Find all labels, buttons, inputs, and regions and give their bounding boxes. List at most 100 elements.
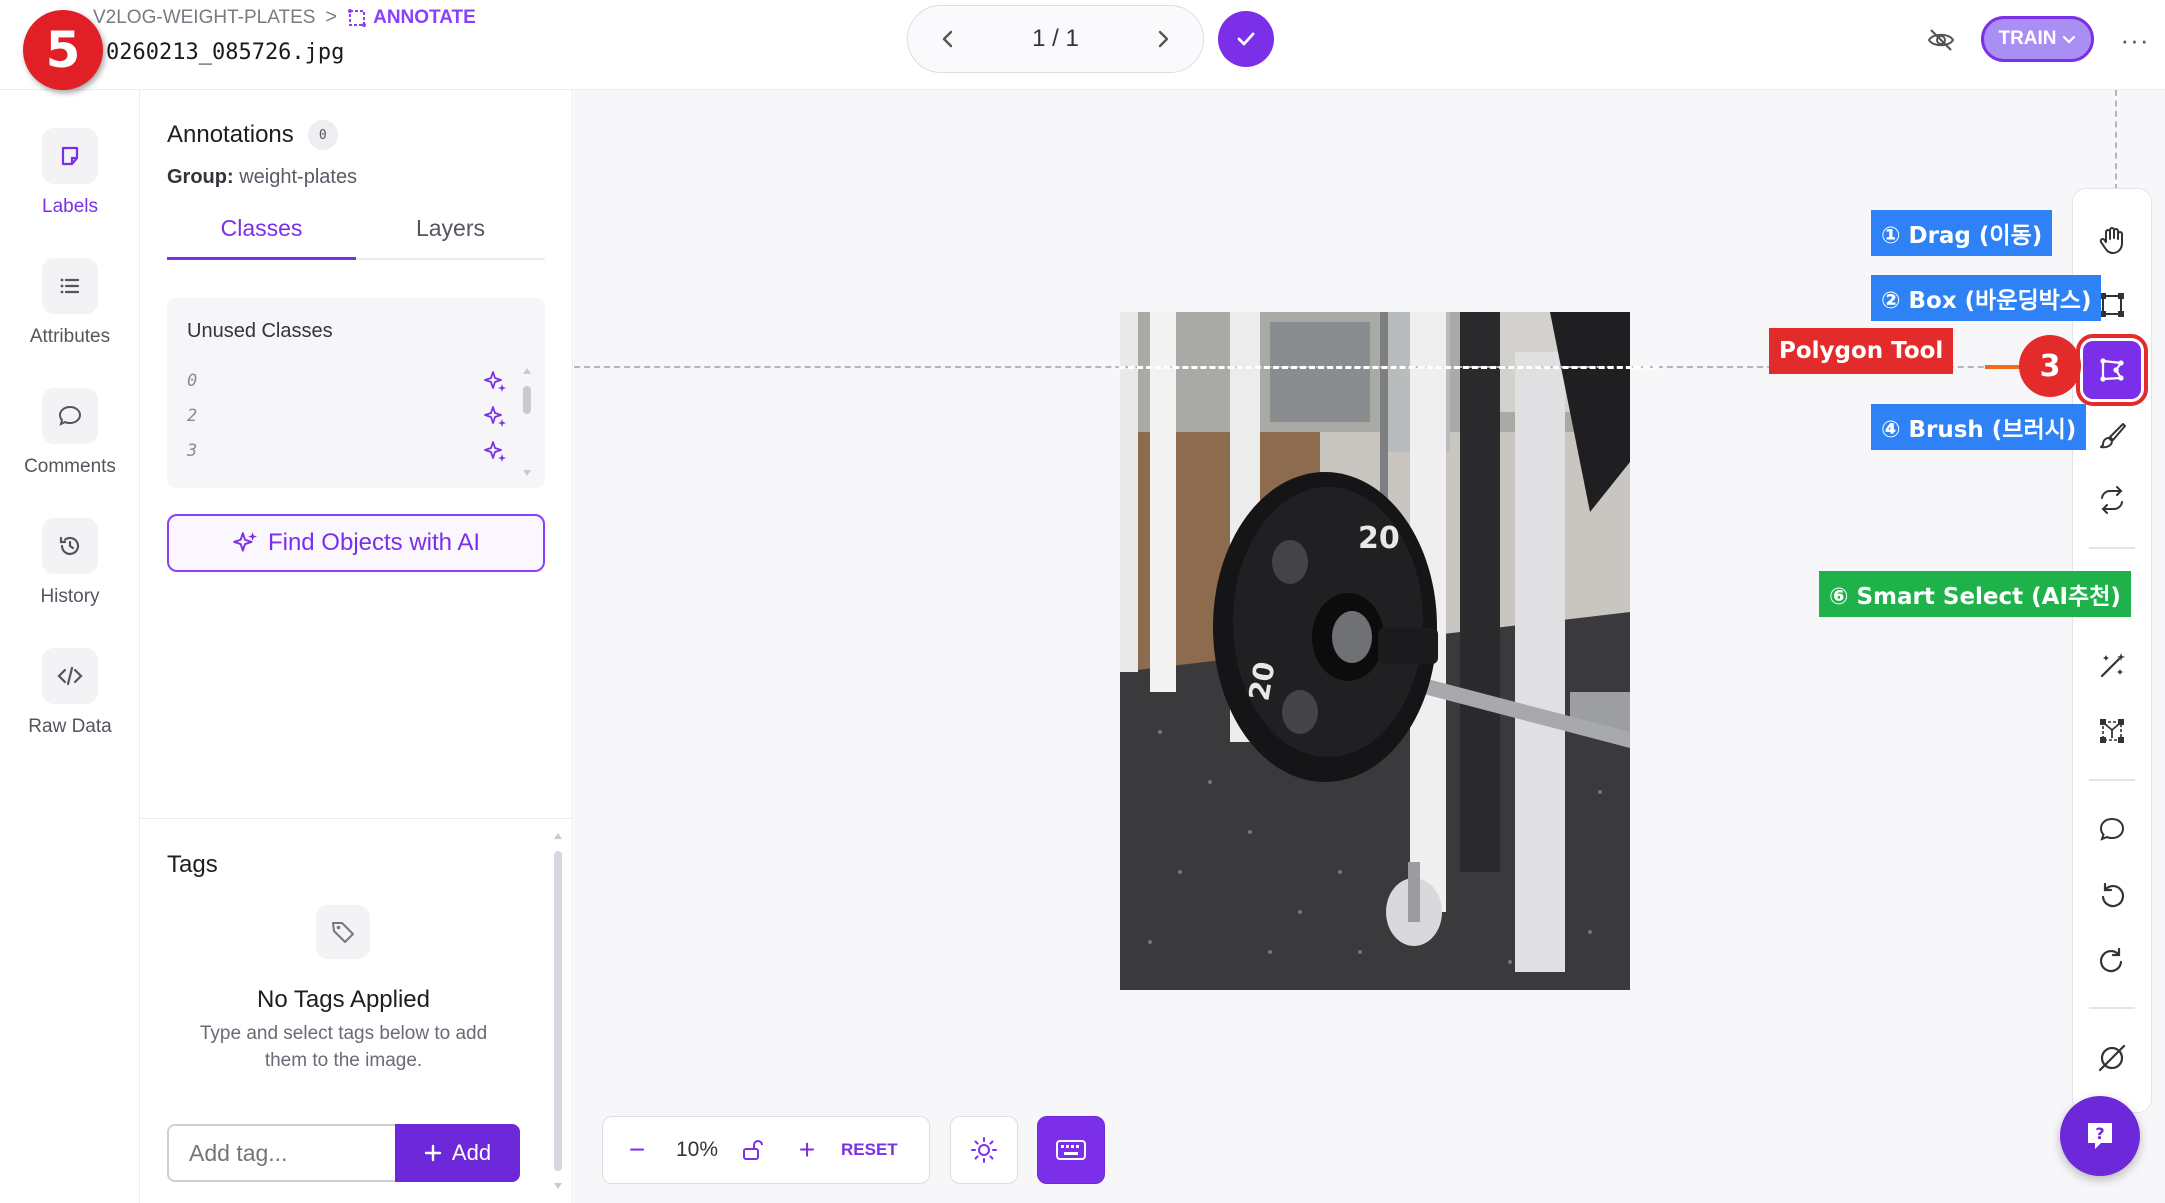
tool-keypoints[interactable] xyxy=(2083,702,2141,760)
prev-image-button[interactable] xyxy=(930,21,966,57)
unlock-icon xyxy=(743,1140,763,1160)
help-chat-icon: ? xyxy=(2088,1123,2112,1149)
breadcrumb-separator: > xyxy=(325,6,338,28)
classes-scrollbar[interactable] xyxy=(521,366,533,478)
mark-complete-button[interactable] xyxy=(1218,11,1274,67)
unused-classes-list: Unused Classes 0 2 3 xyxy=(167,298,545,488)
tool-rail xyxy=(2072,188,2152,1113)
check-icon xyxy=(1237,32,1255,46)
zoom-reset-button[interactable]: RESET xyxy=(833,1140,898,1160)
rail-item-comments[interactable]: Comments xyxy=(0,388,140,478)
breadcrumb-current[interactable]: ANNOTATE xyxy=(347,7,476,29)
chevron-right-icon xyxy=(1158,30,1169,48)
annotations-panel: Annotations 0 Group: weight-plates Class… xyxy=(140,90,573,1203)
tab-layers[interactable]: Layers xyxy=(356,210,545,260)
zoom-level: 10% xyxy=(675,1138,719,1161)
zoom-out-button[interactable]: − xyxy=(603,1116,671,1184)
plus-icon xyxy=(424,1144,442,1162)
keyboard-icon xyxy=(1056,1140,1086,1160)
find-objects-ai-label: Find Objects with AI xyxy=(267,529,481,556)
breadcrumb-project[interactable]: V2LOG-WEIGHT-PLATES xyxy=(93,7,315,29)
class-item[interactable]: 2 xyxy=(187,398,507,434)
list-icon xyxy=(60,278,80,294)
tool-undo[interactable] xyxy=(2083,866,2141,924)
eye-off-icon xyxy=(1927,29,1955,51)
train-button[interactable]: TRAIN xyxy=(1981,16,2094,62)
rail-icon-box xyxy=(42,128,98,184)
rail-item-raw-data[interactable]: Raw Data xyxy=(0,648,140,738)
zoom-lock-button[interactable] xyxy=(723,1138,781,1162)
next-image-button[interactable] xyxy=(1145,21,1181,57)
group-label: Group: xyxy=(167,166,234,188)
tags-title: Tags xyxy=(167,851,218,878)
rail-label: History xyxy=(40,586,100,607)
gym-weight-plate-image[interactable]: 20 20 xyxy=(1120,312,1630,990)
more-options-button[interactable]: ··· xyxy=(2118,20,2152,60)
rail-label: Raw Data xyxy=(28,716,112,737)
tool-drag[interactable] xyxy=(2083,211,2141,269)
tag-input[interactable] xyxy=(167,1124,397,1182)
file-name: 0260213_085726.jpg xyxy=(106,40,345,65)
polygon-icon xyxy=(2100,358,2124,382)
annotations-title: Annotations 0 xyxy=(167,120,338,150)
brightness-button[interactable] xyxy=(950,1116,1018,1184)
tool-cycle[interactable] xyxy=(2083,471,2141,529)
breadcrumb-current-label: ANNOTATE xyxy=(373,6,476,28)
rail-item-labels[interactable]: Labels xyxy=(0,128,140,218)
rail-item-attributes[interactable]: Attributes xyxy=(0,258,140,348)
class-name: 3 xyxy=(187,441,198,461)
left-rail: Labels Attributes Comments History Raw D… xyxy=(0,90,140,1203)
hand-icon xyxy=(2099,227,2123,254)
annotation-canvas[interactable]: 20 20 − 10% + RESET xyxy=(574,90,2165,1203)
tool-magic-wand[interactable] xyxy=(2083,637,2141,695)
sparkle-ai-icon[interactable] xyxy=(483,404,507,428)
step-number-badge: 5 xyxy=(23,10,103,90)
tool-polygon[interactable] xyxy=(2076,334,2148,406)
redo-icon xyxy=(2099,947,2123,973)
svg-text:?: ? xyxy=(2095,1124,2104,1143)
magic-wand-icon xyxy=(2100,653,2125,678)
class-item[interactable]: 0 xyxy=(187,363,507,399)
rail-label: Attributes xyxy=(29,326,111,347)
plate-label-rotated: 20 xyxy=(1242,659,1281,703)
keyboard-shortcuts-button[interactable] xyxy=(1037,1116,1105,1184)
null-clear-icon xyxy=(2098,1044,2126,1072)
plate-label: 20 xyxy=(1358,521,1400,556)
tool-redo[interactable] xyxy=(2083,931,2141,989)
polygon-annotate-icon xyxy=(348,8,367,27)
pointer-step-marker: 3 xyxy=(2019,335,2081,397)
zoom-in-button[interactable]: + xyxy=(781,1134,833,1166)
class-name: 0 xyxy=(187,371,198,391)
sparkle-ai-icon[interactable] xyxy=(483,439,507,463)
train-label: TRAIN xyxy=(1998,28,2057,49)
annotations-title-text: Annotations xyxy=(167,121,294,148)
sparkle-ai-icon xyxy=(233,532,257,552)
hide-annotations-toggle[interactable] xyxy=(1920,22,1962,58)
sparkle-ai-icon[interactable] xyxy=(483,369,507,393)
panel-scrollbar[interactable] xyxy=(551,831,565,1191)
find-objects-ai-button[interactable]: Find Objects with AI xyxy=(167,514,545,572)
callout-drag: ① Drag (이동) xyxy=(1871,210,2053,256)
rail-icon-box xyxy=(42,388,98,444)
callout-box: ② Box (바운딩박스) xyxy=(1871,275,2102,321)
rail-item-history[interactable]: History xyxy=(0,518,140,608)
tags-section: Tags No Tags Applied Type and select tag… xyxy=(140,818,573,1203)
tool-brush[interactable] xyxy=(2083,406,2141,464)
tags-empty-title: No Tags Applied xyxy=(256,986,430,1013)
image-pager: 1 / 1 xyxy=(907,5,1204,73)
code-icon xyxy=(57,666,83,686)
class-name: 2 xyxy=(187,406,198,426)
tab-classes[interactable]: Classes xyxy=(167,210,356,260)
callout-smart-select: ⑥ Smart Select (AI추천) xyxy=(1819,571,2131,617)
tool-comment[interactable] xyxy=(2083,801,2141,859)
rail-label: Comments xyxy=(24,456,116,477)
add-tag-button[interactable]: Add xyxy=(395,1124,520,1182)
tool-clear[interactable] xyxy=(2083,1029,2141,1087)
class-item[interactable]: 3 xyxy=(187,433,507,469)
keypoints-icon xyxy=(2100,719,2124,743)
panel-tabs: Classes Layers xyxy=(167,210,545,260)
top-header: V2LOG-WEIGHT-PLATES > ANNOTATE 0260213_0… xyxy=(0,0,2165,90)
help-button[interactable]: ? xyxy=(2060,1096,2140,1176)
tool-separator xyxy=(2089,1007,2135,1009)
tags-empty-description: Type and select tags below to add them t… xyxy=(199,1023,488,1071)
